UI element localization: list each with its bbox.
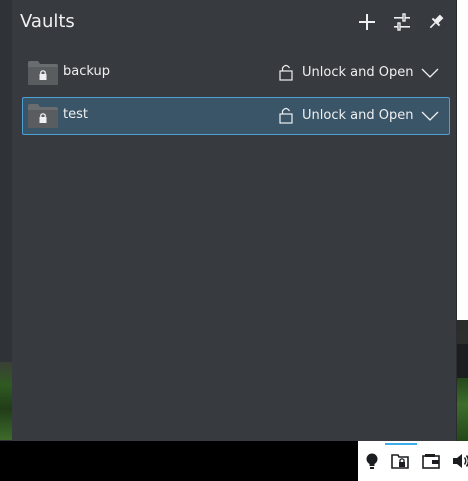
desktop-background-left <box>0 0 12 441</box>
taskbar-dark-area <box>0 441 358 481</box>
desktop-background-right <box>457 0 468 441</box>
unlock-and-open-button[interactable]: Unlock and Open <box>278 103 413 127</box>
pin-icon <box>429 14 444 29</box>
lightbulb-icon[interactable] <box>362 451 382 471</box>
configure-button[interactable] <box>391 11 413 33</box>
popup-header: Vaults <box>12 0 457 46</box>
unlock-icon <box>279 64 293 81</box>
add-vault-button[interactable] <box>356 11 378 33</box>
popup-title: Vaults <box>20 11 75 32</box>
vault-name: test <box>63 107 88 122</box>
system-tray <box>358 441 468 481</box>
desktop-wallpaper <box>457 320 468 441</box>
locked-folder-icon <box>28 61 58 85</box>
vault-icon[interactable] <box>390 451 410 471</box>
locked-folder-icon <box>28 104 58 128</box>
sliders-icon <box>394 13 410 31</box>
vault-row-backup[interactable]: backup Unlock and Open <box>22 54 450 92</box>
volume-icon[interactable] <box>451 451 468 471</box>
desktop-window-strip <box>457 344 468 378</box>
vault-name: backup <box>63 64 110 79</box>
chevron-down-icon[interactable] <box>421 64 439 82</box>
desktop-wallpaper <box>0 362 12 440</box>
chevron-down-icon[interactable] <box>421 107 439 125</box>
vault-row-test[interactable]: test Unlock and Open <box>22 97 450 135</box>
unlock-and-open-button[interactable]: Unlock and Open <box>278 60 413 84</box>
pin-button[interactable] <box>425 11 447 33</box>
wallet-icon[interactable] <box>421 451 441 471</box>
plus-icon <box>359 14 375 30</box>
unlock-and-open-label: Unlock and Open <box>302 64 414 80</box>
active-indicator <box>385 443 417 445</box>
unlock-and-open-label: Unlock and Open <box>302 107 414 123</box>
vaults-popup: Vaults backup Unlock and Open test Unloc… <box>12 0 457 441</box>
unlock-icon <box>279 107 293 124</box>
